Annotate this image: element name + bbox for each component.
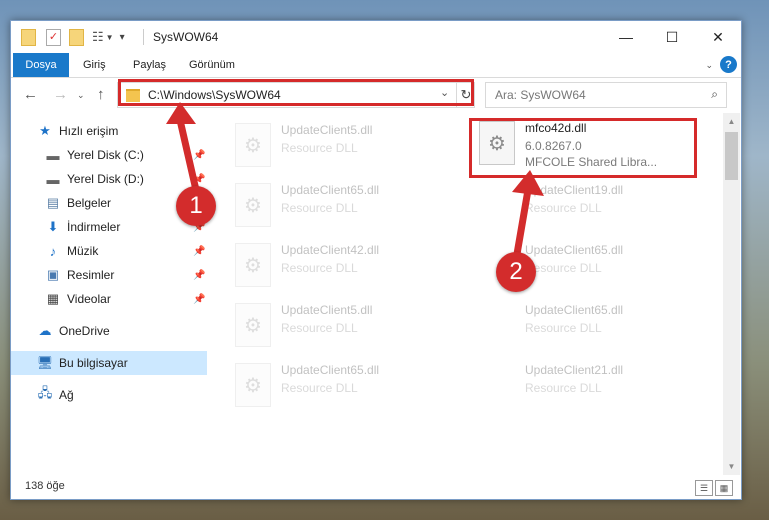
arrow-2-head [512, 170, 544, 196]
arrow-2-line [513, 186, 532, 258]
callout-2: 2 [496, 252, 536, 292]
callout-1: 1 [176, 186, 216, 226]
arrow-1-line [176, 116, 200, 194]
arrow-1-head [166, 102, 196, 124]
annotation-arrows [166, 102, 544, 258]
